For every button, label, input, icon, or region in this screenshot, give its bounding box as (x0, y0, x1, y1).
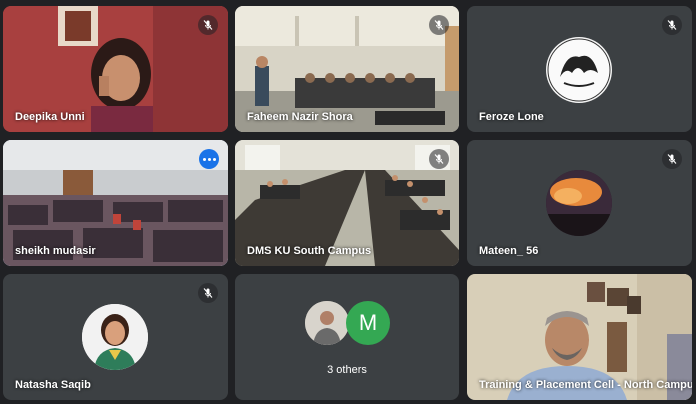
avatar-letter: M (346, 301, 390, 345)
others-count: 3 others (327, 364, 367, 376)
mic-off-icon (429, 149, 449, 169)
participant-tile-sheikh[interactable]: sheikh mudasir (3, 140, 228, 266)
participant-tile-dms[interactable]: DMS KU South Campus (235, 140, 459, 266)
participant-tile-others[interactable]: M 3 others (235, 274, 459, 400)
mic-off-icon (198, 15, 218, 35)
participant-tile-feroze[interactable]: Feroze Lone (467, 6, 692, 132)
participant-tile-natasha[interactable]: Natasha Saqib (3, 274, 228, 400)
mic-off-icon (662, 15, 682, 35)
more-options-icon[interactable] (199, 149, 219, 169)
participant-name: Natasha Saqib (15, 379, 91, 391)
avatar (546, 37, 612, 103)
mic-off-icon (429, 15, 449, 35)
avatar (305, 301, 349, 345)
participant-name: DMS KU South Campus (247, 245, 372, 257)
participant-tile-mateen[interactable]: Mateen_ 56 (467, 140, 692, 266)
participant-tile-training[interactable]: Training & Placement Cell - North Campus (467, 274, 692, 400)
participant-name: Deepika Unni (15, 111, 85, 123)
participant-name: Training & Placement Cell - North Campus (479, 379, 692, 391)
participant-name: Faheem Nazir Shora (247, 111, 353, 123)
participant-name: Mateen_ 56 (479, 245, 539, 257)
mic-off-icon (662, 149, 682, 169)
participant-name: Feroze Lone (479, 111, 544, 123)
participant-tile-faheem[interactable]: Faheem Nazir Shora (235, 6, 459, 132)
avatar (546, 170, 612, 236)
participant-tile-deepika[interactable]: Deepika Unni (3, 6, 228, 132)
avatar (82, 304, 148, 370)
participant-name: sheikh mudasir (15, 245, 96, 257)
mic-off-icon (198, 283, 218, 303)
